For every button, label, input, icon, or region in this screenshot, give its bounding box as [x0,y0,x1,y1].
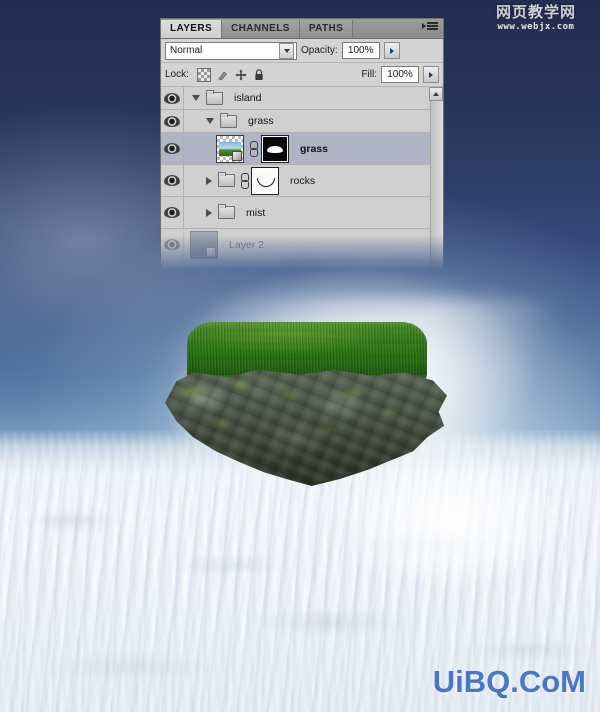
watermark-top-url: www.webjx.com [495,22,577,33]
blend-mode-select[interactable]: Normal [165,41,297,60]
watermark-top-chinese: 网页教学网 [495,4,576,22]
layer-mask-thumbnail-grass[interactable] [261,134,289,163]
blend-opacity-row: Normal Opacity: 100% [161,39,443,63]
panel-tab-bar: LAYERS CHANNELS PATHS [161,19,443,39]
layer-row-island[interactable]: island [161,87,443,110]
chevron-right-icon[interactable] [206,176,212,185]
layer-thumbnail-layer-2[interactable] [190,230,218,259]
tab-layers[interactable]: LAYERS [161,20,223,38]
layer-list-scrollbar[interactable] [429,87,443,267]
fill-input[interactable]: 100% [381,66,419,83]
visibility-toggle-grass-group[interactable] [161,110,184,132]
layer-name-layer-2: Layer 2 [229,238,265,251]
lock-label: Lock: [165,69,189,80]
chevron-up-icon [433,92,439,96]
opacity-slider-arrow-icon[interactable] [383,42,400,59]
layer-thumbnail-grass[interactable] [216,134,244,163]
eye-icon [164,143,180,154]
folder-icon [218,172,235,187]
layer-mask-thumbnail-rocks[interactable] [251,166,279,195]
layer-name-mist: mist [246,206,266,219]
visibility-toggle-island[interactable] [161,87,184,109]
opacity-input[interactable]: 100% [341,42,380,59]
layer-row-grass[interactable]: grass [161,133,443,165]
tab-paths[interactable]: PATHS [299,20,354,38]
panel-menu-triangle-icon [422,22,426,29]
chevron-down-icon [283,48,290,53]
mask-shape [257,177,275,187]
visibility-toggle-rocks[interactable] [161,165,184,196]
mask-link-icon[interactable] [239,172,249,189]
blend-mode-value: Normal [170,45,203,56]
lock-position-icon[interactable] [235,69,247,81]
fill-label: Fill: [361,69,377,80]
photoshop-layers-panel: LAYERS CHANNELS PATHS Normal Opacity: 10… [160,18,444,270]
eye-icon [164,239,180,250]
island-rock-body [165,370,447,488]
layer-row-mist[interactable]: mist [161,197,443,229]
layer-list[interactable]: island grass grass rocks mist Layer 2 [161,87,443,267]
floating-island [125,322,447,490]
watermark-top: 网页教学网 www.webjx.com [476,2,596,36]
thumbnail-corner-icon [232,150,242,161]
tab-channels[interactable]: CHANNELS [222,20,300,38]
panel-menu-icon[interactable] [422,22,438,30]
chevron-down-icon[interactable] [192,95,200,101]
scroll-up-button[interactable] [429,87,443,101]
fill-slider-arrow-icon[interactable] [423,66,439,83]
layer-row-grass-group[interactable]: grass [161,110,443,133]
opacity-label: Opacity: [301,45,338,56]
layer-row-rocks[interactable]: rocks [161,165,443,197]
panel-menu-bars-icon [427,22,438,30]
chevron-down-icon[interactable] [206,118,214,124]
screenshot-stage: LAYERS CHANNELS PATHS Normal Opacity: 10… [0,0,600,712]
lock-fill-row: Lock: Fill: 100% [161,63,443,87]
lock-icon-group [196,67,265,82]
folder-icon [206,89,223,105]
rock-moss [165,370,447,486]
lock-all-icon[interactable] [253,68,265,81]
layer-row-layer-2[interactable]: Layer 2 [161,229,443,261]
eye-icon [164,115,180,127]
visibility-toggle-layer-2[interactable] [161,229,184,260]
chevron-right-icon[interactable] [206,208,212,217]
eye-icon [164,92,180,104]
eye-icon [164,175,180,186]
blend-mode-dropdown-icon[interactable] [279,42,294,59]
chevron-right-icon [429,71,433,78]
layer-name-island: island [234,92,262,104]
lock-image-pixels-icon[interactable] [217,69,229,81]
watermark-bottom: UiBQ.CoM [432,664,586,699]
visibility-toggle-grass[interactable] [161,133,184,164]
chevron-right-icon [389,47,394,54]
lock-transparent-pixels-icon[interactable] [196,67,211,82]
layer-name-grass: grass [300,142,329,155]
folder-icon [220,112,237,128]
eye-icon [164,207,180,218]
folder-icon [218,204,235,219]
layer-name-rocks: rocks [290,174,316,187]
visibility-toggle-mist[interactable] [161,197,184,228]
thumbnail-corner-icon [206,246,216,257]
mask-link-icon[interactable] [248,140,258,157]
mask-shape [267,145,283,153]
layer-name-grass-group: grass [248,115,274,127]
